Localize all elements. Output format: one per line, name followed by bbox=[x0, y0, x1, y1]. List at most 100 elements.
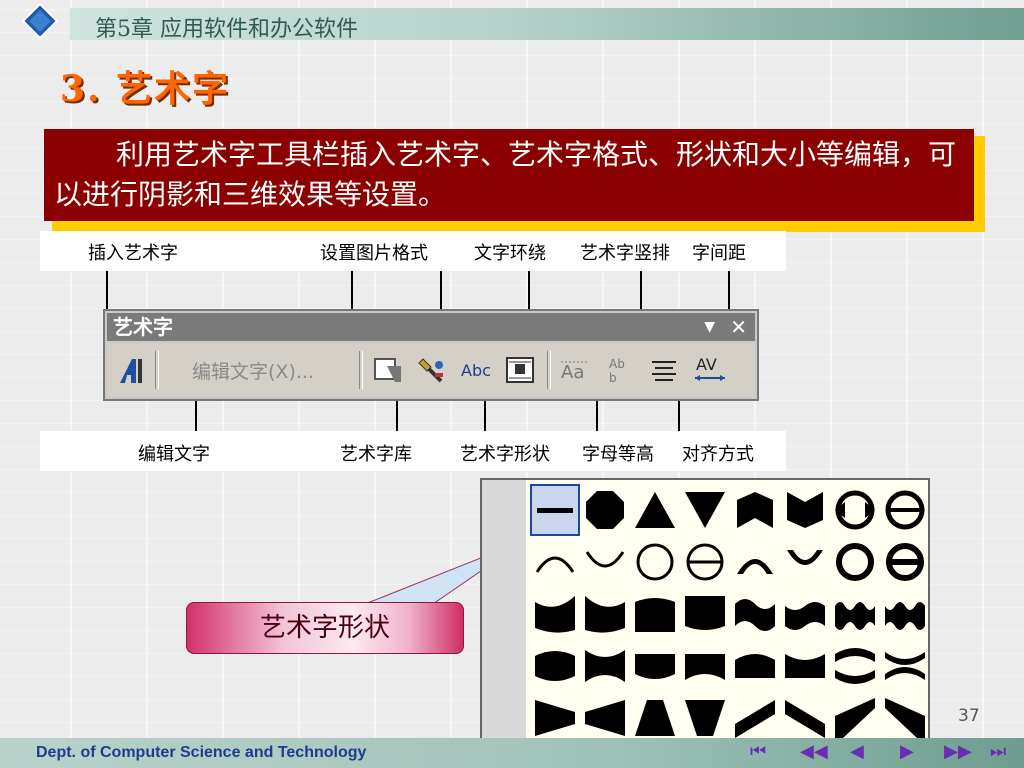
wordart-gallery-icon bbox=[374, 358, 401, 382]
top-label-row: 插入艺术字 设置图片格式 文字环绕 艺术字竖排 字间距 bbox=[40, 231, 786, 271]
svg-text:AV: AV bbox=[696, 355, 717, 374]
shape-triangle-up-icon[interactable] bbox=[630, 484, 680, 536]
shape-wave2-icon[interactable] bbox=[780, 588, 830, 640]
label-wordart-gallery: 艺术字库 bbox=[340, 444, 412, 465]
shape-octagon-icon[interactable] bbox=[580, 484, 630, 536]
toolbar-separator bbox=[359, 351, 363, 389]
shape-deflate-bottom-icon[interactable] bbox=[680, 640, 730, 692]
shape-triangle-down-icon[interactable] bbox=[680, 484, 730, 536]
label-text-wrapping: 文字环绕 bbox=[474, 243, 546, 264]
shape-curve-down-icon[interactable] bbox=[580, 588, 630, 640]
shape-slant-down-icon[interactable] bbox=[780, 692, 830, 744]
shape-deflate-top-icon[interactable] bbox=[780, 640, 830, 692]
text-wrap-icon bbox=[506, 357, 534, 383]
wordart-shape-button[interactable]: Abc bbox=[457, 353, 495, 387]
vertical-text-icon: Ab b bbox=[609, 357, 625, 385]
connector-line bbox=[528, 271, 530, 311]
format-picture-button[interactable] bbox=[413, 353, 451, 387]
toolbar-title: 艺术字 bbox=[113, 315, 173, 339]
toolbar-body: 编辑文字(X)... Abc Aa Ab b AV bbox=[107, 343, 755, 397]
shape-arch-up-pour-icon[interactable] bbox=[730, 536, 780, 588]
shape-cascade-up-icon[interactable] bbox=[830, 692, 880, 744]
shape-double-wave1-icon[interactable] bbox=[830, 588, 880, 640]
shape-circle-arrows-alt-icon[interactable] bbox=[880, 484, 930, 536]
connector-line bbox=[728, 271, 730, 311]
text-wrapping-button[interactable] bbox=[501, 353, 539, 387]
shape-inflate-icon[interactable] bbox=[530, 640, 580, 692]
shape-wave1-icon[interactable] bbox=[730, 588, 780, 640]
label-wordart-shape: 艺术字形状 bbox=[460, 444, 550, 465]
alignment-button[interactable] bbox=[645, 353, 683, 387]
shape-deflate-inflate-icon[interactable] bbox=[830, 640, 880, 692]
shape-can-down-icon[interactable] bbox=[680, 588, 730, 640]
shape-inflate-bottom-icon[interactable] bbox=[630, 640, 680, 692]
page-number: 37 bbox=[958, 706, 980, 726]
shape-deflate-inflate-deflate-icon[interactable] bbox=[880, 640, 930, 692]
svg-text:Abc: Abc bbox=[461, 361, 491, 380]
svg-text:Ab: Ab bbox=[609, 357, 625, 371]
shape-fade-up-icon[interactable] bbox=[630, 692, 680, 744]
shape-arch-down-icon[interactable] bbox=[580, 536, 630, 588]
same-height-button[interactable]: Aa bbox=[557, 353, 595, 387]
edit-text-button[interactable]: 编辑文字(X)... bbox=[163, 353, 343, 387]
next-slide-icon[interactable]: ▶ bbox=[900, 741, 914, 762]
shape-deflate-icon[interactable] bbox=[580, 640, 630, 692]
shape-circle-arrows-icon[interactable] bbox=[830, 484, 880, 536]
svg-text:Aa: Aa bbox=[561, 362, 584, 383]
wordart-gallery-button[interactable] bbox=[369, 353, 407, 387]
wordart-shape-panel bbox=[480, 478, 930, 746]
panel-side-strip bbox=[482, 480, 526, 744]
first-slide-icon[interactable]: ⏮ bbox=[750, 741, 766, 762]
label-alignment: 对齐方式 bbox=[682, 444, 754, 465]
connector-line bbox=[678, 401, 680, 431]
svg-text:b: b bbox=[609, 371, 617, 385]
shape-arch-up-icon[interactable] bbox=[530, 536, 580, 588]
slide-heading: 3. 艺术字 bbox=[60, 68, 231, 110]
description-text: 利用艺术字工具栏插入艺术字、艺术字格式、形状和大小等编辑，可以进行阴影和三维效果… bbox=[54, 138, 957, 211]
shape-can-up-icon[interactable] bbox=[630, 588, 680, 640]
label-vertical-text: 艺术字竖排 bbox=[580, 243, 670, 264]
bottom-label-row: 编辑文字 艺术字库 艺术字形状 字母等高 对齐方式 bbox=[40, 431, 786, 471]
shape-fade-right-icon[interactable] bbox=[530, 692, 580, 744]
shape-curve-up-icon[interactable] bbox=[530, 588, 580, 640]
connector-line bbox=[195, 401, 197, 431]
toolbar-dropdown-icon[interactable]: ▼ bbox=[704, 313, 715, 341]
connector-line bbox=[106, 271, 108, 311]
shape-circle-pour-icon[interactable] bbox=[830, 536, 880, 588]
close-icon[interactable]: ✕ bbox=[730, 313, 747, 341]
label-insert-wordart: 插入艺术字 bbox=[88, 243, 178, 264]
shape-circle-icon[interactable] bbox=[630, 536, 680, 588]
shape-button-icon[interactable] bbox=[680, 536, 730, 588]
label-edit-text: 编辑文字 bbox=[138, 444, 210, 465]
char-spacing-button[interactable]: AV bbox=[689, 353, 731, 387]
shape-slant-up-icon[interactable] bbox=[730, 692, 780, 744]
toolbar-title-bar[interactable]: 艺术字 ▼ ✕ bbox=[107, 313, 755, 341]
last-slide-icon[interactable]: ⏭ bbox=[990, 741, 1006, 762]
shape-cascade-down-icon[interactable] bbox=[880, 692, 930, 744]
connector-line bbox=[640, 271, 642, 311]
abc-shape-icon: Abc bbox=[461, 361, 491, 380]
paint-brush-icon bbox=[418, 358, 443, 383]
shape-double-wave2-icon[interactable] bbox=[880, 588, 930, 640]
wordart-toolbar: 艺术字 ▼ ✕ 编辑文字(X)... Abc Aa Ab b AV bbox=[103, 309, 759, 401]
department-name: Dept. of Computer Science and Technology bbox=[36, 744, 367, 761]
shape-inflate-top-icon[interactable] bbox=[730, 640, 780, 692]
label-same-height: 字母等高 bbox=[582, 444, 654, 465]
next-section-icon[interactable]: ▶▶ bbox=[944, 741, 972, 762]
shape-fade-left-icon[interactable] bbox=[580, 692, 630, 744]
shape-fade-down-icon[interactable] bbox=[680, 692, 730, 744]
shape-arch-down-pour-icon[interactable] bbox=[780, 536, 830, 588]
previous-slide-icon[interactable]: ◀ bbox=[850, 741, 864, 762]
shape-plain-text-icon[interactable] bbox=[530, 484, 580, 536]
chapter-title: 第5章 应用软件和办公软件 bbox=[95, 17, 358, 42]
shape-chevron-up-icon[interactable] bbox=[730, 484, 780, 536]
shape-grid bbox=[530, 484, 930, 744]
wordart-shape-callout: 艺术字形状 bbox=[186, 602, 464, 654]
shape-button-pour-icon[interactable] bbox=[880, 536, 930, 588]
shape-chevron-down-icon[interactable] bbox=[780, 484, 830, 536]
connector-line bbox=[440, 271, 442, 311]
insert-wordart-button[interactable] bbox=[113, 353, 149, 387]
vertical-text-button[interactable]: Ab b bbox=[601, 353, 639, 387]
previous-section-icon[interactable]: ◀◀ bbox=[800, 741, 828, 762]
diamond-logo-icon bbox=[22, 3, 58, 39]
